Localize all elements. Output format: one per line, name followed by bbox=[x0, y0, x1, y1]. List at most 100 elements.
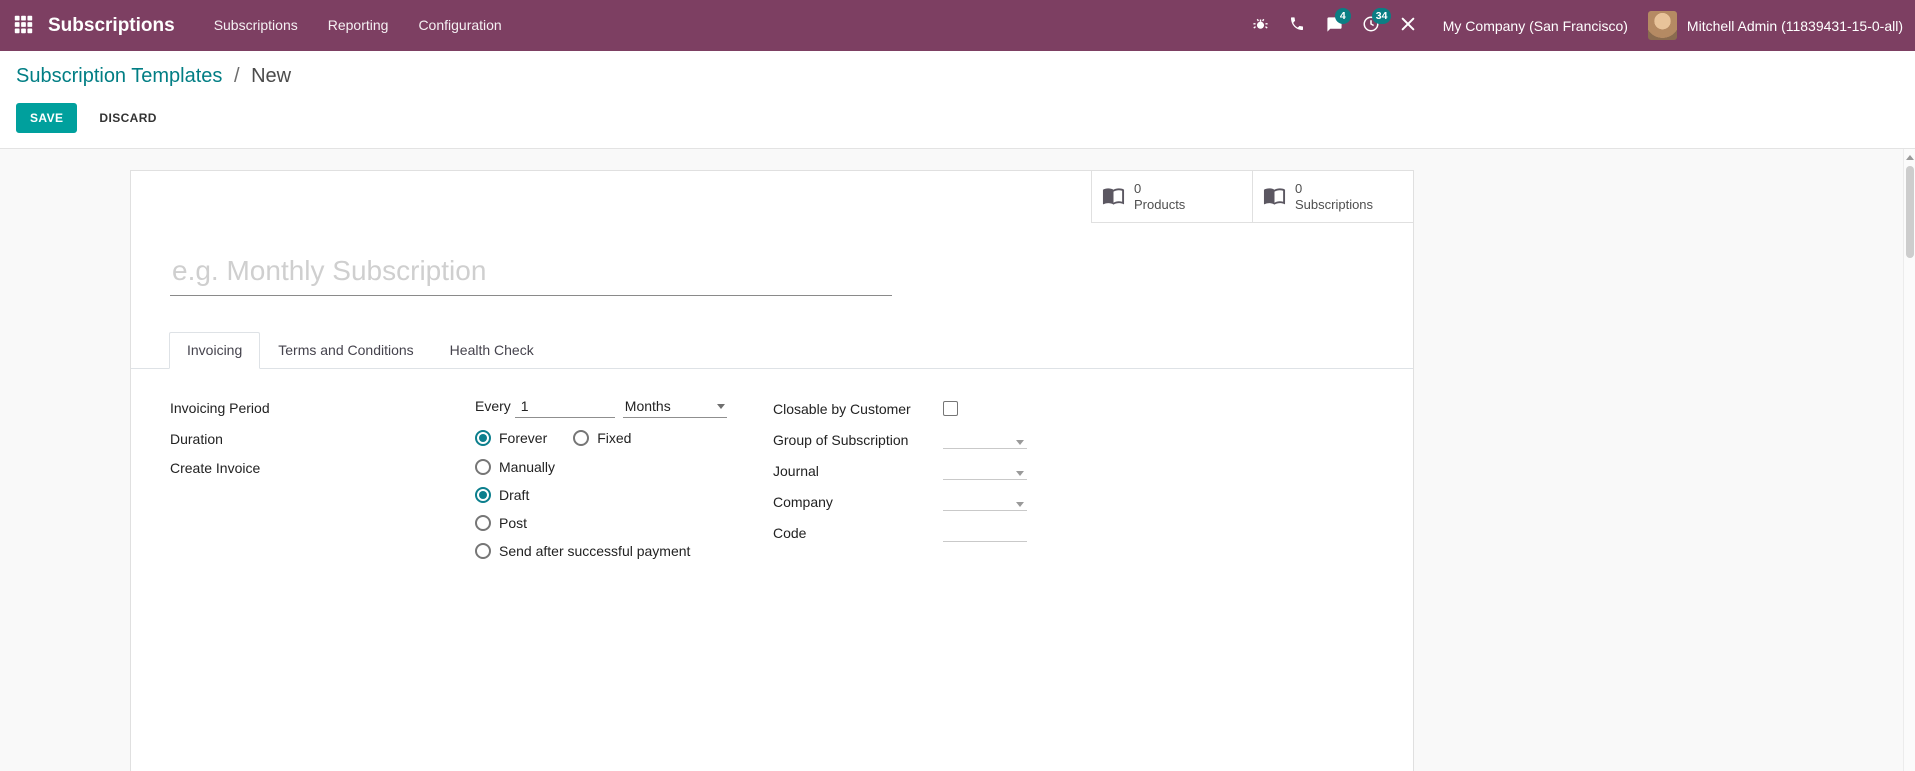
group-control bbox=[943, 430, 1027, 449]
radio-circle-icon bbox=[475, 487, 491, 503]
stat-text: 0 Products bbox=[1134, 181, 1185, 213]
activities-button[interactable]: 34 bbox=[1353, 0, 1392, 51]
field-company: Company bbox=[773, 491, 1413, 512]
bug-report-button[interactable] bbox=[1242, 0, 1279, 51]
every-prefix: Every bbox=[475, 398, 511, 414]
invoicing-period-label: Invoicing Period bbox=[170, 400, 270, 416]
selected-unit: Months bbox=[624, 398, 671, 414]
invoicing-period-controls: Every Months bbox=[475, 398, 727, 418]
menu-item-subscriptions[interactable]: Subscriptions bbox=[199, 0, 313, 51]
code-input[interactable] bbox=[943, 523, 1027, 542]
field-journal: Journal bbox=[773, 460, 1413, 481]
radio-label: Forever bbox=[499, 430, 548, 446]
create-invoice-radio-group: Manually Draft Post Send after successfu… bbox=[475, 458, 690, 559]
scrollbar-thumb[interactable] bbox=[1905, 166, 1914, 258]
activities-badge: 34 bbox=[1371, 8, 1392, 24]
radio-circle-icon bbox=[573, 430, 590, 446]
stat-button-products[interactable]: 0 Products bbox=[1091, 171, 1252, 223]
radio-label: Send after successful payment bbox=[499, 543, 691, 559]
tab-invoicing[interactable]: Invoicing bbox=[169, 332, 261, 369]
radio-circle-icon bbox=[475, 459, 491, 475]
radio-fixed[interactable]: Fixed bbox=[573, 430, 631, 446]
discard-button[interactable]: DISCARD bbox=[85, 103, 170, 133]
breadcrumb-current: New bbox=[251, 65, 292, 87]
invoicing-period-unit-select[interactable]: Months bbox=[622, 398, 727, 418]
top-navbar: Subscriptions Subscriptions Reporting Co… bbox=[0, 0, 1915, 51]
dropdown-caret-icon bbox=[1016, 502, 1024, 507]
action-buttons: SAVE DISCARD bbox=[16, 103, 1899, 133]
main-menu: Subscriptions Reporting Configuration bbox=[199, 0, 517, 51]
messages-badge: 4 bbox=[1334, 8, 1351, 24]
radio-manually[interactable]: Manually bbox=[475, 459, 690, 475]
stat-text: 0 Subscriptions bbox=[1295, 181, 1373, 213]
breadcrumb-parent[interactable]: Subscription Templates bbox=[16, 65, 222, 87]
stat-subscriptions-value: 0 bbox=[1295, 180, 1303, 196]
voip-button[interactable] bbox=[1279, 0, 1316, 51]
radio-send-after-successful-payment[interactable]: Send after successful payment bbox=[475, 543, 690, 559]
journal-dropdown[interactable] bbox=[943, 461, 1027, 480]
field-invoicing-period: Invoicing Period Every Months bbox=[170, 398, 773, 418]
form-sheet: 0 Products 0 Subscriptions e.g. Monthly … bbox=[130, 170, 1414, 771]
radio-forever[interactable]: Forever bbox=[475, 430, 547, 446]
phone-icon bbox=[1289, 16, 1305, 35]
dropdown-caret-icon bbox=[1016, 471, 1024, 476]
field-closable-by-customer: Closable by Customer bbox=[773, 398, 1413, 419]
avatar[interactable] bbox=[1647, 11, 1677, 40]
control-panel: Subscription Templates / New SAVE DISCAR… bbox=[0, 51, 1915, 148]
stat-products-label: Products bbox=[1134, 196, 1186, 212]
duration-radio-group: Forever Fixed bbox=[475, 429, 631, 446]
closable-label: Closable by Customer bbox=[773, 400, 911, 417]
apps-grid-icon bbox=[14, 15, 33, 37]
form-column-left: Invoicing Period Every Months Duration bbox=[170, 398, 773, 570]
user-menu[interactable]: Mitchell Admin (11839431-15-0-all) bbox=[1687, 18, 1903, 34]
radio-label: Fixed bbox=[597, 430, 632, 446]
scroll-up-icon[interactable] bbox=[1905, 155, 1914, 160]
book-icon bbox=[1102, 184, 1125, 210]
form-column-right: Closable by Customer Group of Subscripti… bbox=[773, 398, 1413, 570]
closable-control bbox=[943, 401, 1027, 416]
scrollbar[interactable] bbox=[1903, 149, 1915, 771]
book-icon bbox=[1263, 184, 1286, 210]
developer-tools-button[interactable] bbox=[1390, 0, 1427, 51]
company-label: Company bbox=[773, 493, 833, 510]
journal-control bbox=[943, 461, 1027, 480]
tab-health-check[interactable]: Health Check bbox=[432, 332, 552, 369]
closable-checkbox[interactable] bbox=[943, 401, 958, 416]
menu-item-reporting[interactable]: Reporting bbox=[313, 0, 404, 51]
save-button[interactable]: SAVE bbox=[16, 103, 78, 133]
field-code: Code bbox=[773, 522, 1413, 543]
field-duration: Duration Forever Fixed bbox=[170, 429, 773, 447]
content-area: 0 Products 0 Subscriptions e.g. Monthly … bbox=[0, 148, 1915, 771]
company-switcher[interactable]: My Company (San Francisco) bbox=[1443, 18, 1628, 34]
radio-post[interactable]: Post bbox=[475, 515, 690, 531]
code-control bbox=[943, 523, 1027, 542]
apps-menu-button[interactable] bbox=[0, 0, 46, 51]
radio-label: Post bbox=[499, 515, 528, 531]
invoicing-period-value-input[interactable] bbox=[514, 398, 615, 418]
developer-tools-icon bbox=[1400, 16, 1416, 35]
stat-subscriptions-label: Subscriptions bbox=[1295, 196, 1374, 212]
field-group-of-subscription: Group of Subscription bbox=[773, 429, 1413, 450]
group-dropdown[interactable] bbox=[943, 430, 1027, 449]
code-label: Code bbox=[773, 524, 807, 541]
radio-draft[interactable]: Draft bbox=[475, 487, 690, 503]
breadcrumb: Subscription Templates / New bbox=[16, 65, 1899, 88]
notebook-tabs: Invoicing Terms and Conditions Health Ch… bbox=[131, 332, 1413, 369]
menu-item-configuration[interactable]: Configuration bbox=[403, 0, 516, 51]
messages-button[interactable]: 4 bbox=[1316, 0, 1353, 51]
radio-circle-icon bbox=[475, 515, 491, 531]
tab-terms-and-conditions[interactable]: Terms and Conditions bbox=[260, 332, 431, 369]
page: Subscriptions Subscriptions Reporting Co… bbox=[0, 0, 1915, 771]
stat-products-value: 0 bbox=[1134, 180, 1142, 196]
stat-button-subscriptions[interactable]: 0 Subscriptions bbox=[1252, 171, 1413, 223]
radio-circle-icon bbox=[475, 430, 491, 446]
company-control bbox=[943, 492, 1027, 511]
radio-circle-icon bbox=[475, 543, 491, 559]
radio-label: Draft bbox=[499, 487, 530, 503]
create-invoice-label: Create Invoice bbox=[170, 460, 261, 476]
systray: 4 34 My Company (San Francisco) Mitchell… bbox=[1242, 0, 1903, 51]
dropdown-caret-icon bbox=[1016, 440, 1024, 445]
bug-icon bbox=[1252, 16, 1269, 36]
company-dropdown[interactable] bbox=[943, 492, 1027, 511]
template-name-input[interactable] bbox=[170, 255, 892, 296]
